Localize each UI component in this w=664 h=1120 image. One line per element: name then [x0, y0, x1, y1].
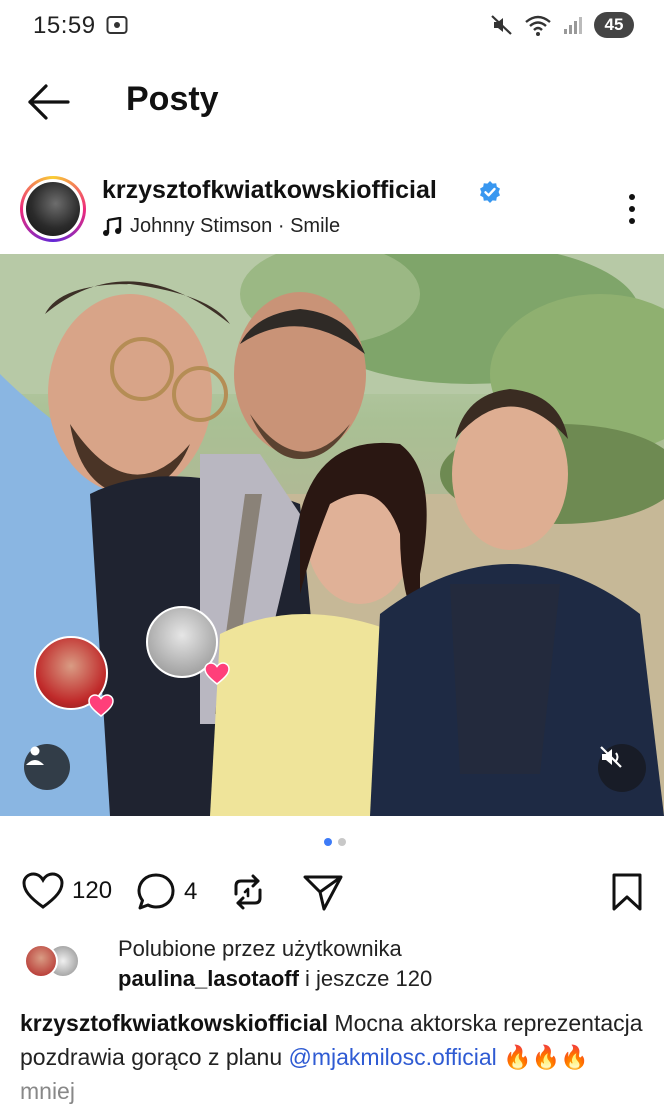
- heart-icon: [88, 694, 114, 717]
- battery-indicator: 45: [594, 12, 634, 38]
- page-title: Posty: [126, 80, 219, 118]
- comment-button[interactable]: 4: [136, 872, 197, 912]
- status-bar: 15:59 45: [0, 0, 664, 56]
- heart-outline-icon: [22, 872, 64, 909]
- heart-icon: [204, 662, 230, 685]
- person-icon: [26, 746, 44, 765]
- like-button[interactable]: 120: [22, 872, 112, 910]
- liked-by-avatars: [24, 942, 88, 982]
- music-artist: Johnny Stimson: [130, 215, 273, 237]
- liked-by-line: paulina_lasotaoff i jeszcze 120: [118, 966, 432, 992]
- music-track: Smile: [290, 215, 341, 237]
- carousel-dot-active: [324, 838, 332, 846]
- signal-icon: [564, 17, 582, 34]
- mute-button[interactable]: [598, 744, 646, 792]
- music-info[interactable]: Johnny Stimson · Smile: [102, 215, 340, 238]
- speaker-muted-icon: [600, 746, 622, 768]
- action-bar: 120 4: [0, 866, 664, 918]
- post-header: krzysztofkwiatkowskiofficial Johnny Stim…: [0, 170, 664, 248]
- carousel-indicator: [324, 838, 346, 846]
- liked-by-user[interactable]: paulina_lasotaoff: [118, 966, 299, 991]
- liked-by-prefix: Polubione przez użytkownika: [118, 936, 402, 961]
- caption-mention[interactable]: @mjakmilosc.official: [289, 1044, 497, 1070]
- caption-emojis: 🔥🔥🔥: [503, 1044, 590, 1070]
- avatar[interactable]: [20, 176, 86, 242]
- screen-record-icon: [106, 16, 128, 34]
- share-icon[interactable]: [302, 872, 344, 912]
- comment-icon: [137, 873, 175, 910]
- post-caption: krzysztofkwiatkowskiofficial Mocna aktor…: [20, 1006, 650, 1108]
- status-icons: 45: [490, 10, 634, 40]
- caption-username[interactable]: krzysztofkwiatkowskiofficial: [20, 1010, 328, 1036]
- caption-less-link[interactable]: mniej: [20, 1078, 75, 1104]
- wifi-icon: [525, 15, 551, 36]
- post-username[interactable]: krzysztofkwiatkowskiofficial: [102, 176, 437, 205]
- carousel-dot: [338, 838, 346, 846]
- post-photo[interactable]: [0, 254, 664, 816]
- music-note-icon: [103, 216, 122, 236]
- more-options-icon[interactable]: [622, 192, 642, 226]
- mute-icon: [491, 15, 512, 35]
- page-header: Posty: [0, 70, 664, 134]
- tagged-people-button[interactable]: [24, 744, 70, 790]
- photo-illustration: [0, 254, 664, 816]
- liked-by-section[interactable]: Polubione przez użytkownika paulina_laso…: [0, 934, 664, 998]
- verified-badge-icon: [480, 181, 500, 203]
- avatar: [24, 944, 58, 978]
- repost-icon[interactable]: [228, 872, 268, 912]
- arrow-left-icon[interactable]: [26, 82, 72, 122]
- status-time: 15:59: [33, 12, 96, 39]
- comments-count: 4: [184, 878, 198, 905]
- likes-count: 120: [72, 877, 113, 904]
- music-separator: ·: [272, 215, 291, 237]
- liked-by-suffix[interactable]: i jeszcze 120: [299, 966, 432, 991]
- bookmark-icon[interactable]: [610, 872, 644, 912]
